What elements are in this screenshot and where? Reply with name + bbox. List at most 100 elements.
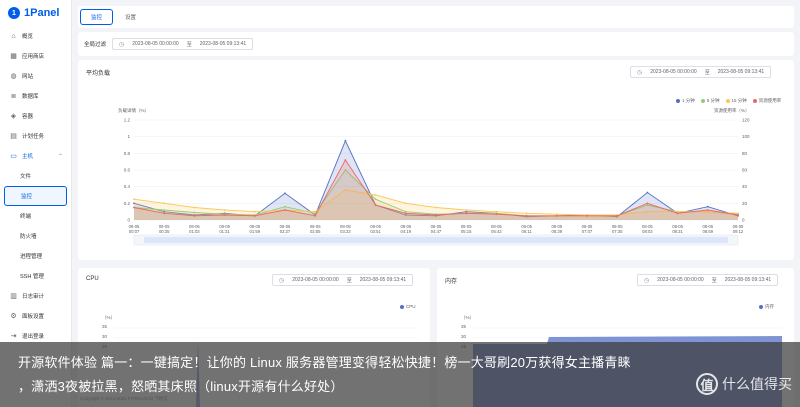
sidebar-item-label: 主机 bbox=[22, 154, 34, 160]
sidebar-item-store[interactable]: ▦ 应用商店 bbox=[0, 46, 71, 66]
home-icon: ⌂ bbox=[11, 32, 16, 40]
y-left-tick: 0.4 bbox=[124, 184, 131, 189]
x-tick: 05:15 bbox=[461, 229, 472, 234]
sidebar-item-globe[interactable]: ◍ 网站 bbox=[0, 66, 71, 86]
data-point bbox=[555, 214, 558, 217]
data-point bbox=[737, 214, 739, 216]
logo-text: 1Panel bbox=[24, 7, 60, 19]
zoom-slider-range[interactable] bbox=[144, 237, 728, 243]
data-point bbox=[344, 159, 347, 161]
sidebar-item-home[interactable]: ⌂ 概览 bbox=[0, 26, 71, 46]
y-right-tick: 0 bbox=[742, 218, 745, 223]
data-point bbox=[374, 194, 377, 196]
data-point bbox=[435, 214, 437, 216]
container-icon: ◈ bbox=[10, 112, 17, 120]
y-left-tick: 1 bbox=[127, 134, 130, 139]
calendar-icon: ▤ bbox=[10, 132, 17, 140]
sidebar-item-label: 退出登录 bbox=[22, 334, 45, 340]
sidebar-subitem[interactable]: 终端 bbox=[0, 206, 71, 226]
data-point bbox=[314, 214, 317, 217]
watermark-text: 什么值得买 bbox=[722, 376, 792, 392]
article-caption-overlay: 开源软件体验 篇一：一键搞定！让你的 Linux 服务器管理变得轻松快捷！榜一大… bbox=[0, 342, 800, 407]
data-point bbox=[495, 210, 498, 213]
data-point bbox=[223, 214, 226, 216]
x-tick: 03:51 bbox=[370, 229, 381, 234]
x-tick: 00:07 bbox=[129, 229, 140, 234]
data-point bbox=[404, 202, 407, 205]
tab-settings[interactable]: 设置 bbox=[115, 9, 146, 25]
x-tick: 05:43 bbox=[491, 229, 502, 234]
data-point bbox=[646, 191, 649, 194]
y-right-tick: 100 bbox=[742, 134, 750, 139]
sidebar-subitem[interactable]: SSH 管理 bbox=[0, 266, 71, 286]
data-point bbox=[284, 209, 286, 211]
sidebar-item-database[interactable]: ≣ 数据库 bbox=[0, 86, 71, 106]
data-point bbox=[133, 198, 135, 201]
caption-line-1: 开源软件体验 篇一：一键搞定！让你的 Linux 服务器管理变得轻松快捷！榜一大… bbox=[18, 355, 631, 370]
y-left-tick: 1.2 bbox=[124, 118, 131, 123]
data-point bbox=[706, 205, 709, 208]
data-point bbox=[706, 209, 709, 211]
x-tick: 01:03 bbox=[189, 229, 200, 234]
sidebar-item-host[interactable]: ▭ 主机 ⌃ bbox=[0, 146, 71, 166]
x-tick: 03:23 bbox=[340, 229, 351, 234]
settings-icon: ⚙ bbox=[10, 312, 17, 320]
data-point bbox=[465, 209, 468, 211]
x-tick: 06:39 bbox=[552, 229, 563, 234]
x-tick: 01:59 bbox=[250, 229, 261, 234]
sidebar-item-settings[interactable]: ⚙ 面板设置 bbox=[0, 306, 71, 326]
x-tick: 02:27 bbox=[280, 229, 291, 234]
y-right-tick: 20 bbox=[742, 201, 748, 206]
sidebar-subitem[interactable]: 进程管理 bbox=[0, 246, 71, 266]
x-tick: 07:35 bbox=[612, 229, 623, 234]
log-icon: ▥ bbox=[10, 292, 17, 300]
tab-monitor[interactable]: 监控 bbox=[80, 9, 114, 25]
sidebar-subitem[interactable]: 监控 bbox=[4, 186, 67, 206]
sidebar-item-label: 数据库 bbox=[22, 94, 39, 100]
sidebar-subitem[interactable]: 文件 bbox=[0, 166, 71, 186]
sidebar-item-label: 容器 bbox=[22, 114, 34, 120]
sidebar-nav: ⌂ 概览 ▦ 应用商店 ◍ 网站 ≣ 数据库 ◈ 容器 ▤ 计划任务 ▭ 主机 ⌃ 文件 监控 终端 防火墙 进程管理… bbox=[0, 26, 71, 346]
data-point bbox=[555, 213, 558, 216]
y-right-tick: 80 bbox=[742, 151, 748, 156]
global-date-range-picker[interactable]: ◷ 2023-08-05 00:00:00 至 2023-08-05 09:13… bbox=[112, 38, 254, 50]
caption-line-2: ，潇洒3夜被拉黑，怒晒其床照（linux开源有什么好处） bbox=[18, 379, 344, 394]
range-start: 2023-08-05 00:00:00 bbox=[132, 41, 179, 47]
x-tick: 08:03 bbox=[642, 229, 653, 234]
logo[interactable]: 1 1Panel bbox=[0, 0, 71, 26]
sidebar-subitem[interactable]: 防火墙 bbox=[0, 226, 71, 246]
data-point bbox=[586, 214, 588, 217]
data-point bbox=[465, 212, 468, 215]
global-filter-label: 全局过滤 bbox=[84, 42, 107, 48]
data-point bbox=[133, 206, 135, 209]
data-point bbox=[646, 202, 649, 205]
range-separator: 至 bbox=[186, 41, 192, 48]
data-point bbox=[344, 139, 347, 142]
data-point bbox=[374, 204, 377, 206]
x-tick: 01:31 bbox=[219, 229, 230, 234]
sidebar-item-calendar[interactable]: ▤ 计划任务 bbox=[0, 126, 71, 146]
x-tick: 02:55 bbox=[310, 229, 321, 234]
data-point bbox=[284, 205, 286, 208]
data-point bbox=[193, 206, 196, 209]
watermark-logo: 值 bbox=[696, 373, 718, 395]
sidebar-item-container[interactable]: ◈ 容器 bbox=[0, 106, 71, 126]
y-left-tick: 0.6 bbox=[124, 168, 131, 173]
globe-icon: ◍ bbox=[10, 72, 17, 80]
data-point bbox=[284, 192, 286, 195]
chevron-up-icon: ⌃ bbox=[57, 153, 63, 160]
data-point bbox=[676, 210, 679, 213]
data-point bbox=[525, 212, 528, 215]
data-point bbox=[435, 206, 437, 209]
sidebar-item-log[interactable]: ▥ 日志审计 bbox=[0, 286, 71, 306]
sidebar-item-label: 应用商店 bbox=[22, 54, 45, 60]
data-point bbox=[163, 202, 166, 205]
store-icon: ▦ bbox=[10, 52, 17, 60]
global-filter: 全局过滤 ◷ 2023-08-05 00:00:00 至 2023-08-05 … bbox=[78, 32, 794, 56]
sidebar-item-label: 概览 bbox=[22, 34, 34, 40]
data-point bbox=[737, 212, 739, 215]
sidebar-item-label: 面板设置 bbox=[22, 314, 45, 320]
data-point bbox=[223, 209, 226, 211]
logout-icon: ⇥ bbox=[10, 332, 17, 340]
x-tick: 08:59 bbox=[703, 229, 714, 234]
